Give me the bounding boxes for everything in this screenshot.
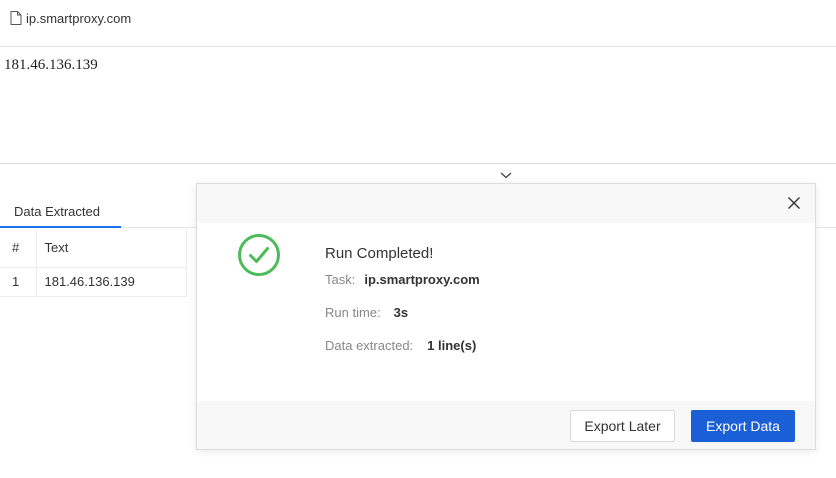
page-content: 181.46.136.139	[0, 48, 836, 164]
url-text[interactable]: ip.smartproxy.com	[26, 11, 131, 26]
document-icon	[10, 11, 22, 25]
runtime-value: 3s	[393, 305, 409, 320]
page-ip-text: 181.46.136.139	[4, 57, 98, 73]
table-row[interactable]: 1 181.46.136.139	[0, 267, 187, 297]
runtime-label: Run time:	[325, 305, 381, 320]
extracted-info-row: Data extracted: 1 line(s)	[325, 338, 476, 353]
runtime-info-row: Run time: 3s	[325, 305, 408, 320]
tab-data-extracted[interactable]: Data Extracted	[0, 196, 121, 228]
task-value: ip.smartproxy.com	[364, 272, 480, 287]
dialog-footer: Export Later Export Data	[197, 401, 815, 449]
table-header-row: # Text	[0, 229, 187, 268]
close-icon[interactable]	[787, 196, 801, 210]
column-header-text: Text	[36, 229, 187, 268]
dialog-header	[197, 184, 815, 223]
address-bar: ip.smartproxy.com	[0, 0, 836, 47]
extracted-data-table: # Text 1 181.46.136.139	[0, 229, 187, 297]
extracted-label: Data extracted:	[325, 338, 414, 353]
task-label: Task:	[325, 272, 356, 287]
chevron-down-icon[interactable]	[499, 170, 513, 180]
column-header-number: #	[0, 229, 37, 268]
check-circle-icon	[238, 234, 280, 276]
task-info-row: Task: ip.smartproxy.com	[325, 272, 480, 287]
row-text-cell: 181.46.136.139	[36, 267, 187, 297]
tab-label: Data Extracted	[14, 203, 100, 219]
dialog-title: Run Completed!	[325, 245, 434, 262]
run-completed-dialog: Run Completed! Task: ip.smartproxy.com Ru…	[196, 183, 816, 450]
extracted-value: 1 line(s)	[427, 338, 477, 353]
export-data-button[interactable]: Export Data	[691, 410, 795, 442]
row-number-cell: 1	[0, 267, 37, 297]
export-later-button[interactable]: Export Later	[570, 410, 675, 442]
